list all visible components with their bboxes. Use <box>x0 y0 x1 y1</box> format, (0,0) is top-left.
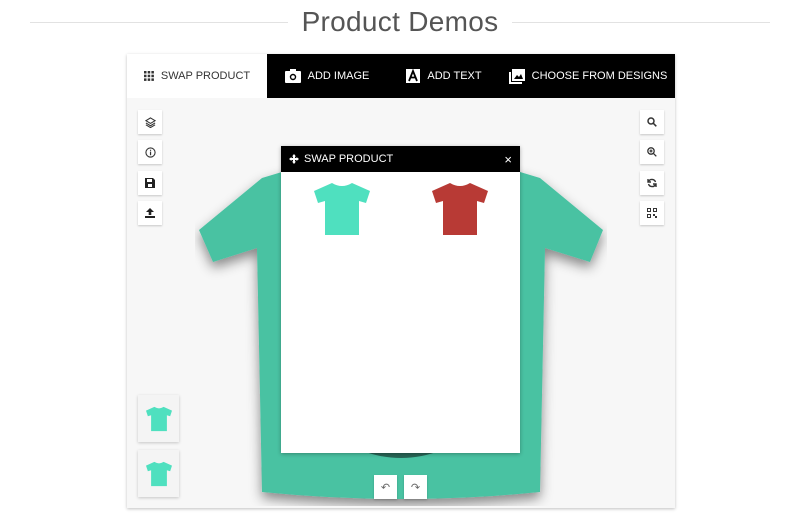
text-icon <box>406 69 421 83</box>
info-button[interactable] <box>138 140 162 164</box>
layers-button[interactable] <box>138 110 162 134</box>
toolbar-tabs: SWAP PRODUCT ADD IMAGE ADD TEXT CHOOSE F… <box>127 54 675 98</box>
tshirt-icon <box>145 461 172 486</box>
images-icon <box>508 68 525 84</box>
qr-code-button[interactable] <box>640 201 664 225</box>
tab-label: ADD TEXT <box>427 70 482 82</box>
page-title: Product Demos <box>287 6 513 37</box>
undo-icon: ↶ <box>380 481 391 494</box>
tab-swap-product[interactable]: SWAP PRODUCT <box>127 54 267 98</box>
redo-button[interactable]: ↷ <box>404 475 427 499</box>
swap-product-panel: SWAP PRODUCT × <box>281 146 520 453</box>
qr-code-icon <box>647 208 657 218</box>
upload-button[interactable] <box>138 201 162 225</box>
tab-label: SWAP PRODUCT <box>160 70 251 82</box>
page-header: Product Demos <box>0 0 800 46</box>
view-thumbnail-front[interactable] <box>138 395 179 442</box>
panel-header[interactable]: SWAP PRODUCT × <box>281 146 520 172</box>
design-canvas[interactable]: ↶ ↷ SWAP PRODUCT × <box>127 98 675 508</box>
camera-icon <box>284 69 301 83</box>
panel-title: SWAP PRODUCT <box>304 153 394 165</box>
info-icon <box>144 146 156 158</box>
refresh-button[interactable] <box>640 171 664 195</box>
upload-icon <box>145 208 155 218</box>
save-icon <box>145 178 155 188</box>
tshirt-icon <box>145 406 172 431</box>
search-button[interactable] <box>640 110 664 134</box>
zoom-in-icon <box>647 147 657 157</box>
redo-icon: ↷ <box>410 481 421 494</box>
grid-icon <box>143 71 154 81</box>
tab-add-text[interactable]: ADD TEXT <box>387 54 501 98</box>
save-button[interactable] <box>138 171 162 195</box>
layers-icon <box>144 116 156 128</box>
tab-label: ADD IMAGE <box>307 70 370 82</box>
product-option-teal[interactable] <box>312 181 372 237</box>
tab-add-image[interactable]: ADD IMAGE <box>267 54 387 98</box>
refresh-icon <box>647 178 657 188</box>
tab-label: CHOOSE FROM DESIGNS <box>531 70 668 82</box>
product-option-red[interactable] <box>430 181 490 237</box>
undo-button[interactable]: ↶ <box>374 475 397 499</box>
product-designer: SWAP PRODUCT ADD IMAGE ADD TEXT CHOOSE F… <box>127 54 675 508</box>
move-icon <box>289 154 299 164</box>
close-icon[interactable]: × <box>504 152 512 167</box>
zoom-in-button[interactable] <box>640 140 664 164</box>
tab-choose-designs[interactable]: CHOOSE FROM DESIGNS <box>501 54 675 98</box>
view-thumbnail-back[interactable] <box>138 450 179 497</box>
search-icon <box>647 117 657 127</box>
